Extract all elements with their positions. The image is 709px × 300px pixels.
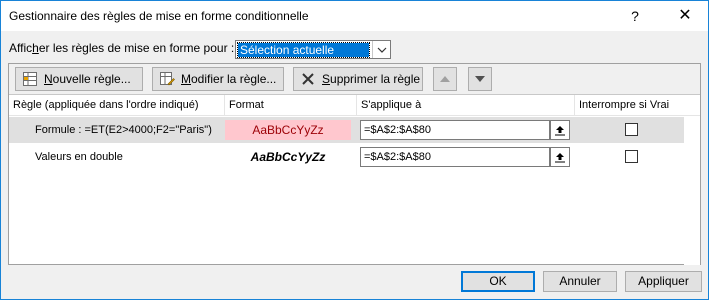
show-rules-dropdown[interactable]: Sélection actuelle: [235, 40, 391, 59]
column-header-rule[interactable]: Règle (appliquée dans l'ordre indiqué): [9, 95, 225, 116]
collapse-dialog-icon: [555, 153, 565, 163]
move-down-button[interactable]: [468, 67, 492, 91]
range-selector-button[interactable]: [550, 147, 570, 167]
modify-rule-button[interactable]: Modifier la règle...: [152, 67, 284, 91]
applies-to-input[interactable]: =$A$2:$A$80: [360, 120, 550, 140]
rule-description: Formule : =ET(E2>4000;F2="Paris"): [35, 124, 212, 136]
vertical-scrollbar[interactable]: [684, 117, 700, 265]
close-button[interactable]: ✕: [662, 1, 708, 31]
new-rule-icon: [23, 72, 37, 86]
new-rule-label: ouvelle règle...: [52, 72, 131, 86]
range-selector-button[interactable]: [550, 120, 570, 140]
modify-rule-accel: M: [181, 72, 191, 86]
title-bar: Gestionnaire des règles de mise en forme…: [1, 1, 708, 31]
apply-button[interactable]: Appliquer: [625, 271, 702, 292]
move-up-icon: [440, 76, 450, 82]
chevron-down-icon[interactable]: [372, 41, 390, 58]
applies-to-input[interactable]: =$A$2:$A$80: [360, 147, 550, 167]
conditional-formatting-dialog: Gestionnaire des règles de mise en forme…: [0, 0, 709, 300]
column-header-applies-to[interactable]: S'applique à: [357, 95, 575, 116]
ok-button[interactable]: OK: [461, 271, 535, 292]
move-up-button[interactable]: [433, 67, 457, 91]
format-preview: AaBbCcYyZz: [225, 120, 351, 140]
table-header: Règle (appliquée dans l'ordre indiqué) F…: [9, 95, 700, 116]
collapse-dialog-icon: [555, 126, 565, 136]
show-rules-selected-value: Sélection actuelle: [237, 42, 370, 58]
new-rule-button[interactable]: Nouvelle règle...: [15, 67, 143, 91]
move-down-icon: [475, 76, 485, 82]
help-button[interactable]: ?: [612, 1, 658, 31]
dialog-title: Gestionnaire des règles de mise en forme…: [9, 9, 309, 23]
rules-toolbar: Nouvelle règle... Modifier la règle... S…: [9, 64, 700, 94]
delete-x-icon: [302, 73, 314, 85]
column-header-format[interactable]: Format: [225, 95, 357, 116]
rules-panel: Nouvelle règle... Modifier la règle... S…: [8, 63, 701, 265]
table-row[interactable]: Valeurs en double AaBbCcYyZz =$A$2:$A$80: [9, 144, 684, 170]
new-rule-accel: N: [44, 72, 53, 86]
rule-description: Valeurs en double: [35, 151, 123, 163]
stop-if-true-checkbox[interactable]: [625, 123, 638, 136]
delete-rule-label: upprimer la règle: [330, 72, 421, 86]
stop-if-true-checkbox[interactable]: [625, 150, 638, 163]
rules-table: Règle (appliquée dans l'ordre indiqué) F…: [9, 94, 700, 265]
cancel-button[interactable]: Annuler: [543, 271, 617, 292]
edit-rule-icon: [160, 72, 175, 86]
column-header-stop-if-true[interactable]: Interrompre si Vrai: [575, 95, 700, 116]
show-rules-label: Afficher les règles de mise en forme pou…: [9, 41, 235, 55]
delete-rule-accel: S: [322, 72, 331, 86]
table-row[interactable]: Formule : =ET(E2>4000;F2="Paris") AaBbCc…: [9, 117, 684, 143]
modify-rule-label: odifier la règle...: [191, 72, 277, 86]
delete-rule-button[interactable]: Supprimer la règle: [293, 67, 423, 91]
format-preview: AaBbCcYyZz: [225, 147, 351, 167]
